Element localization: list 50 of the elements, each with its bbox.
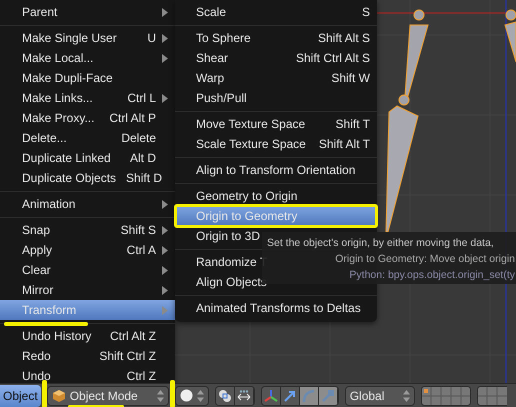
up-down-arrows-icon [402,390,410,402]
menu-item[interactable]: Warp Shift W [175,68,377,88]
menu-item[interactable]: Animation [0,194,175,214]
menu-item[interactable]: Delete... Delete [0,128,175,148]
mode-dropdown[interactable]: Object Mode [46,386,169,406]
pivot-icon[interactable] [216,386,235,404]
tooltip-text: Origin to Geometry: Move object origin [335,252,515,267]
menu-item[interactable]: Geometry to Origin [175,186,377,206]
manipulator-icon[interactable] [234,386,254,404]
menu-item[interactable]: Scale S [175,2,377,22]
scale-tool-icon[interactable] [318,386,338,404]
layers-grid[interactable] [420,386,471,406]
pivot-control[interactable] [214,386,255,406]
transform-tools[interactable] [260,386,339,406]
tooltip-text: Set the object's origin, by either moving the data, [267,236,494,251]
menu-item[interactable]: Align to Transform Orientation [175,160,377,180]
menu-item[interactable]: Push/Pull [175,88,377,108]
menu-item[interactable]: Make Links... Ctrl L [0,88,175,108]
menu-item[interactable]: Make Proxy... Ctrl Alt P [0,108,175,128]
menu-item[interactable]: Duplicate Objects Shift D [0,168,175,188]
sphere-icon [180,389,193,402]
arc-icon[interactable] [300,386,319,404]
menu-item[interactable]: Move Texture Space Shift T [175,114,377,134]
menu-item[interactable]: Make Single User U [0,28,175,48]
layers-grid[interactable] [476,386,507,406]
menu-item[interactable]: Animated Transforms to Deltas [175,298,377,318]
menu-item[interactable]: Redo Shift Ctrl Z [0,346,175,366]
up-down-arrows-icon [156,390,164,402]
menu-item[interactable]: To Sphere Shift Alt S [175,28,377,48]
tooltip-text: Python: bpy.ops.object.origin_set(ty [349,268,515,283]
up-down-arrows-icon [196,390,204,402]
menu-item[interactable]: Duplicate Linked Alt D [0,148,175,168]
orientation-dropdown[interactable]: Global [344,386,415,406]
shading-dropdown[interactable] [174,386,209,406]
menu-item[interactable]: Parent [0,2,175,22]
menu-item[interactable]: Make Dupli-Face [0,68,175,88]
menu-item[interactable]: Make Local... [0,48,175,68]
object-menu-button[interactable]: Object [0,384,41,406]
menu-item[interactable]: Undo Ctrl Z [0,366,175,386]
bone-drawing [504,10,516,62]
menu-item[interactable]: Scale Texture Space Shift Alt T [175,134,377,154]
menu-item[interactable]: Apply Ctrl A [0,240,175,260]
cube-icon [52,388,66,402]
menu-item[interactable]: Snap Shift S [0,220,175,240]
menu-item[interactable]: Clear [0,260,175,280]
menu-item[interactable]: Shear Shift Ctrl Alt S [175,48,377,68]
axes-icon[interactable] [262,386,281,404]
menu-item[interactable]: Mirror [0,280,175,300]
highlight-mark [170,380,175,407]
menu-item[interactable]: Undo History Ctrl Alt Z [0,326,175,346]
